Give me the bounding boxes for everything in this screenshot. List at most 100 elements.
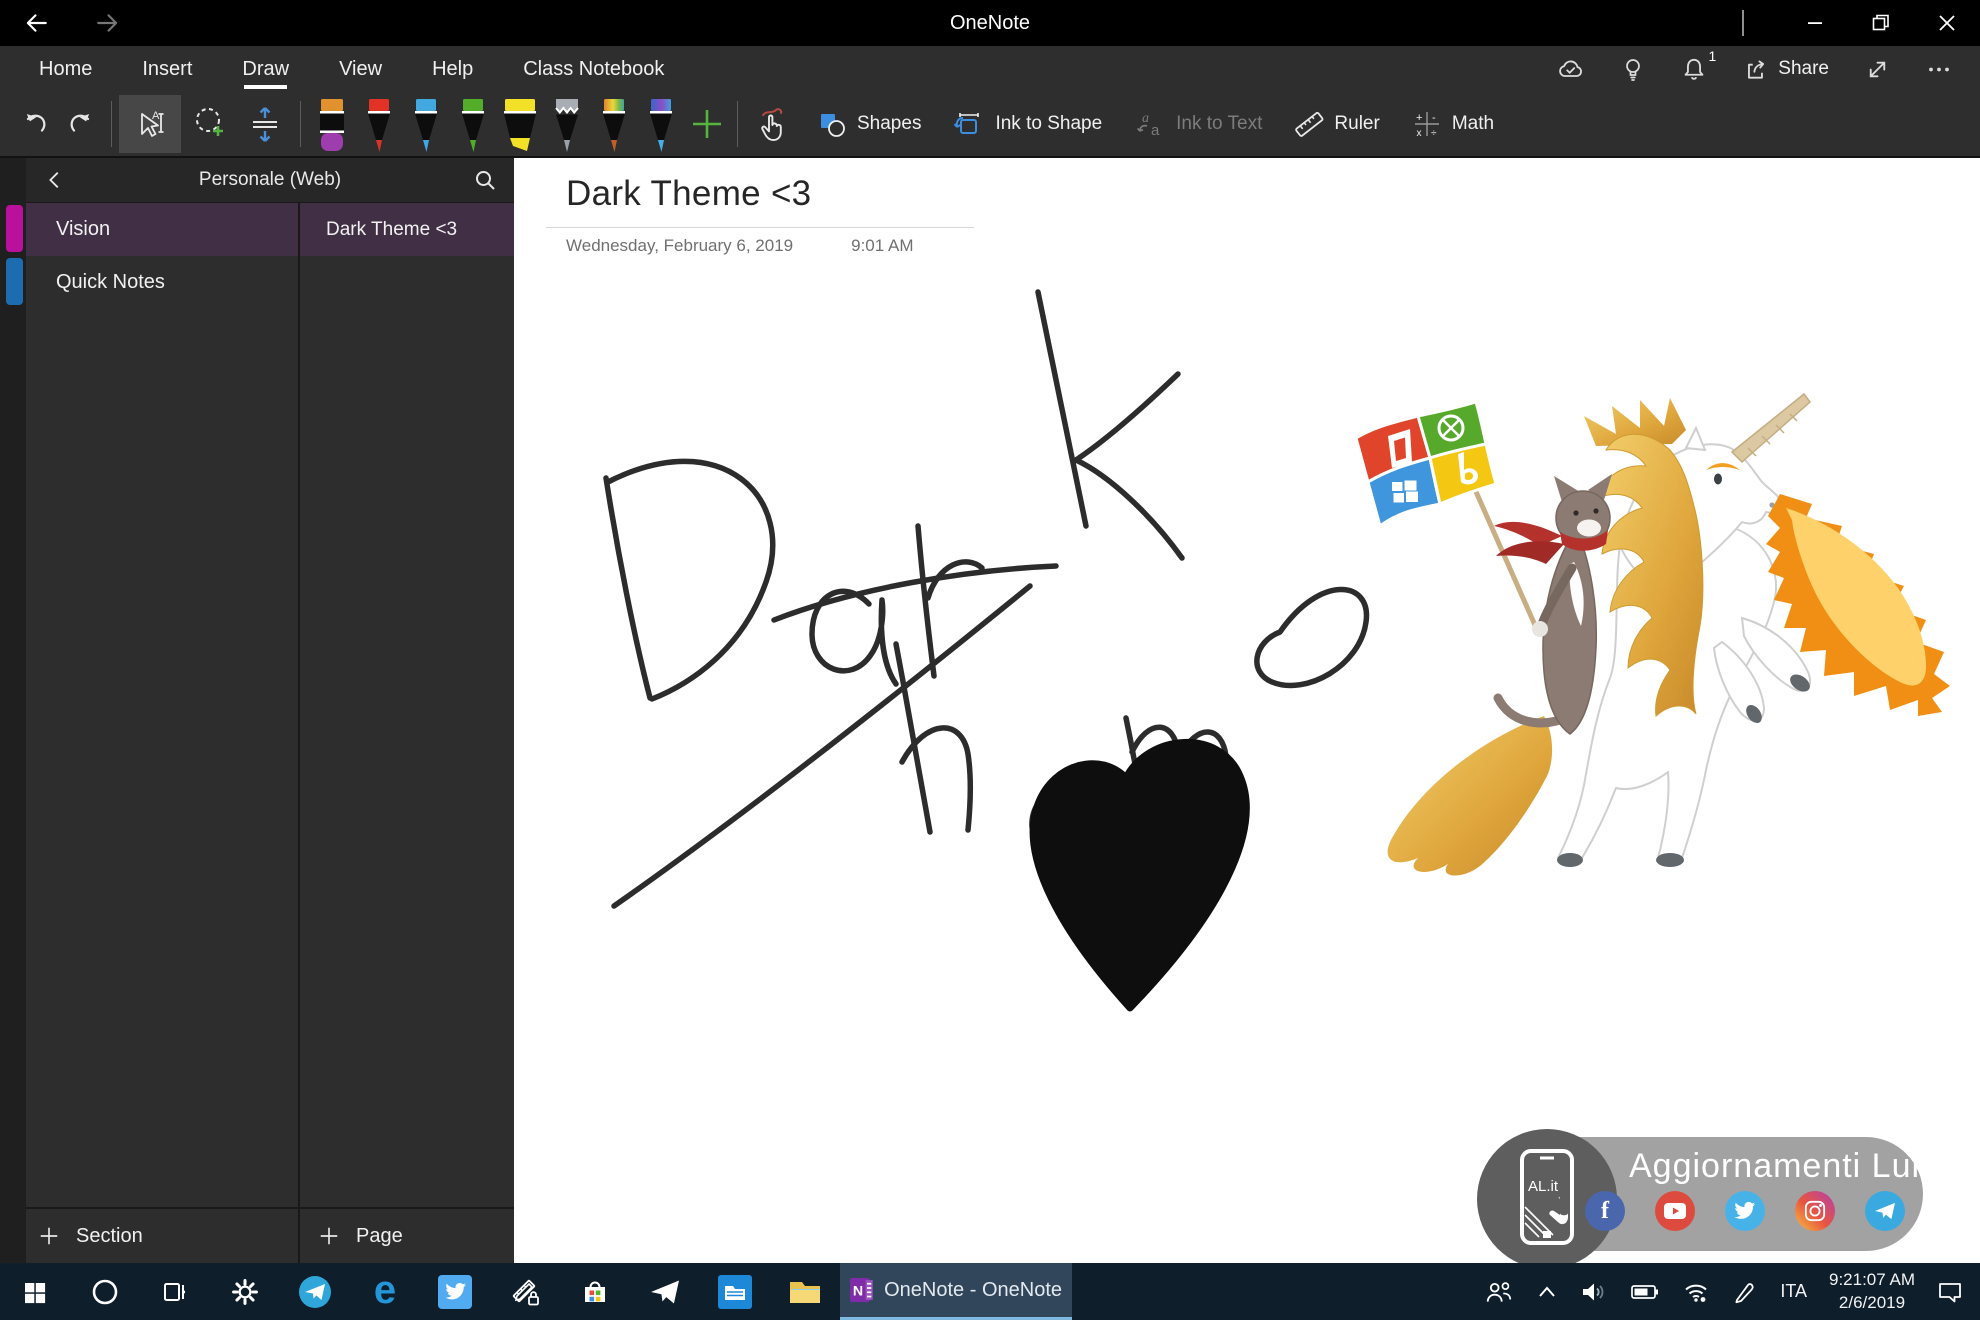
rainbow-pen-tool[interactable] (590, 93, 637, 155)
battery-button[interactable] (1619, 1263, 1671, 1320)
folder-icon (788, 1277, 822, 1307)
draw-with-touch-button[interactable] (745, 95, 801, 153)
math-button[interactable]: + - x ÷ Math (1396, 95, 1510, 153)
toolbar-divider (111, 101, 112, 147)
sync-status-button[interactable] (1557, 57, 1585, 81)
red-pen-icon (356, 96, 402, 154)
section-item-vision[interactable]: Vision (26, 203, 298, 256)
navigation-pane: Personale (Web) Vision Qui (0, 158, 514, 1263)
sections-list: Vision Quick Notes (26, 203, 300, 1207)
tab-draw[interactable]: Draw (217, 46, 314, 92)
settings-app-button[interactable] (210, 1263, 280, 1320)
ink-to-shape-icon (953, 109, 985, 139)
taskbar-onenote-window[interactable]: N OneNote - OneNote (840, 1263, 1072, 1320)
svg-text:a: a (1142, 111, 1149, 126)
telegram-app-button[interactable] (280, 1263, 350, 1320)
shapes-button[interactable]: Shapes (801, 95, 937, 153)
search-button[interactable] (456, 168, 514, 192)
start-button[interactable] (0, 1263, 70, 1320)
svg-text:A: A (152, 110, 160, 122)
blue-pen-tool[interactable] (402, 93, 449, 155)
tab-home[interactable]: Home (14, 46, 117, 92)
forward-button[interactable] (72, 0, 144, 46)
add-section-button[interactable]: Section (26, 1209, 300, 1263)
windows-taskbar: e (0, 1263, 1980, 1320)
page-title[interactable]: Dark Theme <3 (566, 174, 974, 214)
add-page-button[interactable]: Page (300, 1209, 514, 1263)
close-button[interactable] (1914, 0, 1980, 46)
page-date: Wednesday, February 6, 2019 (566, 236, 793, 256)
ink-apps-button[interactable] (490, 1263, 560, 1320)
tab-class-notebook[interactable]: Class Notebook (498, 46, 689, 92)
microsoft-store-button[interactable] (560, 1263, 630, 1320)
people-button[interactable] (1473, 1263, 1525, 1320)
windows-ink-button[interactable] (1721, 1263, 1769, 1320)
back-arrow-icon (23, 10, 49, 36)
yellow-highlighter-tool[interactable] (496, 93, 543, 155)
telegram-desktop-button[interactable] (630, 1263, 700, 1320)
svg-text:+: + (1416, 112, 1422, 124)
ninja-cat-unicorn-image[interactable] (1334, 386, 1959, 876)
title-divider (546, 227, 974, 228)
edge-browser-button[interactable]: e (350, 1263, 420, 1320)
tell-me-button[interactable] (1621, 56, 1645, 82)
minimize-button[interactable] (1782, 0, 1848, 46)
notebooks-back-button[interactable] (26, 169, 84, 191)
undo-button[interactable] (12, 95, 58, 153)
green-pen-tool[interactable] (449, 93, 496, 155)
select-objects-tool[interactable]: A (119, 95, 181, 153)
share-button[interactable]: Share (1743, 56, 1829, 82)
ink-to-shape-button[interactable]: Ink to Shape (937, 95, 1118, 153)
eraser-tool[interactable] (308, 93, 355, 155)
tab-insert[interactable]: Insert (117, 46, 217, 92)
ruler-button[interactable]: Ruler (1278, 95, 1395, 153)
page-item-dark-theme[interactable]: Dark Theme <3 (300, 203, 514, 256)
wifi-button[interactable] (1671, 1263, 1721, 1320)
tab-view[interactable]: View (314, 46, 407, 92)
redo-button[interactable] (58, 95, 104, 153)
add-pen-button[interactable] (684, 95, 730, 153)
restore-button[interactable] (1848, 0, 1914, 46)
red-pen-tool[interactable] (355, 93, 402, 155)
show-hidden-icons-button[interactable] (1525, 1263, 1569, 1320)
titlebar: OneNote (0, 0, 1980, 46)
insert-space-tool[interactable] (237, 95, 293, 153)
file-explorer-pinned-button[interactable] (700, 1263, 770, 1320)
galaxy-pen-tool[interactable] (637, 93, 684, 155)
section-color-tab-quick-notes[interactable] (6, 258, 23, 305)
task-view-button[interactable] (140, 1263, 210, 1320)
twitter-app-button[interactable] (420, 1263, 490, 1320)
taskbar-window-label: OneNote - OneNote (884, 1279, 1062, 1302)
blue-pen-icon (403, 96, 449, 154)
clock[interactable]: 9:21:07 AM 2/6/2019 (1818, 1263, 1926, 1320)
tab-help[interactable]: Help (407, 46, 498, 92)
section-color-rail (0, 158, 26, 1263)
section-color-tab-vision[interactable] (6, 205, 23, 252)
back-button[interactable] (0, 0, 72, 46)
volume-button[interactable] (1569, 1263, 1619, 1320)
rainbow-pen-icon (591, 96, 637, 154)
cortana-button[interactable] (70, 1263, 140, 1320)
tray-time: 9:21:07 AM (1829, 1269, 1915, 1291)
section-item-quick-notes[interactable]: Quick Notes (26, 256, 298, 309)
gear-icon (231, 1278, 259, 1306)
lasso-select-tool[interactable] (181, 95, 237, 153)
notifications-button[interactable]: 1 (1681, 56, 1707, 82)
file-explorer-window-button[interactable] (770, 1263, 840, 1320)
notebook-title[interactable]: Personale (Web) (84, 169, 456, 191)
language-indicator[interactable]: ITA (1769, 1263, 1818, 1320)
bell-icon (1681, 56, 1707, 82)
phone-logo-icon: AL.it (1508, 1145, 1586, 1253)
paper-plane-icon (649, 1278, 681, 1306)
math-icon: + - x ÷ (1412, 109, 1442, 139)
fullscreen-button[interactable] (1865, 57, 1890, 82)
ink-to-text-label: Ink to Text (1176, 113, 1262, 135)
green-pen-icon (450, 96, 496, 154)
shapes-label: Shapes (857, 113, 921, 135)
page-canvas[interactable]: Dark Theme <3 Wednesday, February 6, 201… (514, 158, 1980, 1263)
more-options-button[interactable] (1926, 57, 1952, 82)
pencil-tool[interactable] (543, 93, 590, 155)
action-center-button[interactable] (1926, 1263, 1974, 1320)
touch-draw-icon (755, 105, 791, 143)
notification-badge: 1 (1709, 48, 1717, 64)
